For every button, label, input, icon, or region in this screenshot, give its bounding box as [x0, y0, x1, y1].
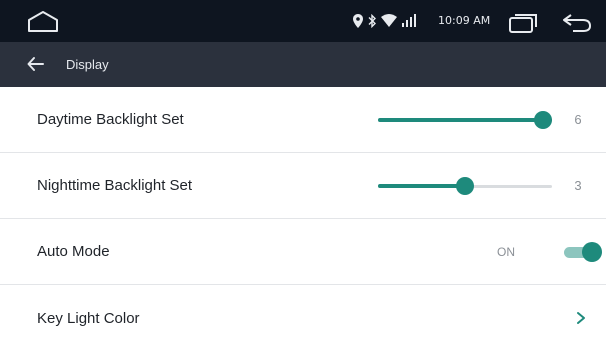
app-toolbar: Display [0, 42, 606, 87]
page-title: Display [66, 57, 109, 72]
display-settings-screen: 10:09 AM Display Daytime Backlight Set 6… [0, 0, 606, 347]
status-bar: 10:09 AM [0, 0, 606, 42]
setting-label: Auto Mode [37, 243, 110, 260]
toggle-knob [582, 242, 602, 262]
location-icon [353, 14, 363, 28]
slider-thumb[interactable] [456, 177, 474, 195]
system-back-button[interactable] [561, 12, 593, 34]
settings-row-auto-mode: Auto Mode ON [0, 219, 606, 285]
recents-button[interactable] [508, 12, 540, 34]
home-icon [28, 11, 58, 32]
setting-value: 6 [574, 112, 582, 127]
settings-row-nighttime-backlight: Nighttime Backlight Set 3 [0, 153, 606, 219]
setting-label: Nighttime Backlight Set [37, 177, 193, 194]
back-icon [563, 14, 592, 32]
status-icons [353, 12, 417, 30]
arrow-left-icon [27, 57, 44, 71]
daytime-backlight-slider[interactable] [378, 110, 552, 130]
status-time: 10:09 AM [438, 14, 491, 27]
settings-row-daytime-backlight: Daytime Backlight Set 6 [0, 87, 606, 153]
settings-row-key-light-color[interactable]: Key Light Color [0, 285, 606, 347]
bluetooth-icon [368, 14, 376, 28]
signal-icon [402, 14, 416, 27]
wifi-icon [381, 14, 397, 27]
recents-icon [509, 14, 537, 33]
setting-label: Key Light Color [37, 310, 140, 327]
nighttime-backlight-slider[interactable] [378, 176, 552, 196]
chevron-right-icon [574, 309, 588, 327]
toolbar-back-button[interactable] [26, 54, 46, 74]
auto-mode-toggle[interactable] [562, 242, 602, 262]
setting-label: Daytime Backlight Set [37, 111, 184, 128]
slider-thumb[interactable] [534, 111, 552, 129]
toggle-state-text: ON [497, 245, 515, 259]
slider-fill [378, 118, 552, 122]
home-button[interactable] [26, 10, 60, 34]
setting-value: 3 [574, 178, 582, 193]
slider-fill [378, 184, 465, 188]
